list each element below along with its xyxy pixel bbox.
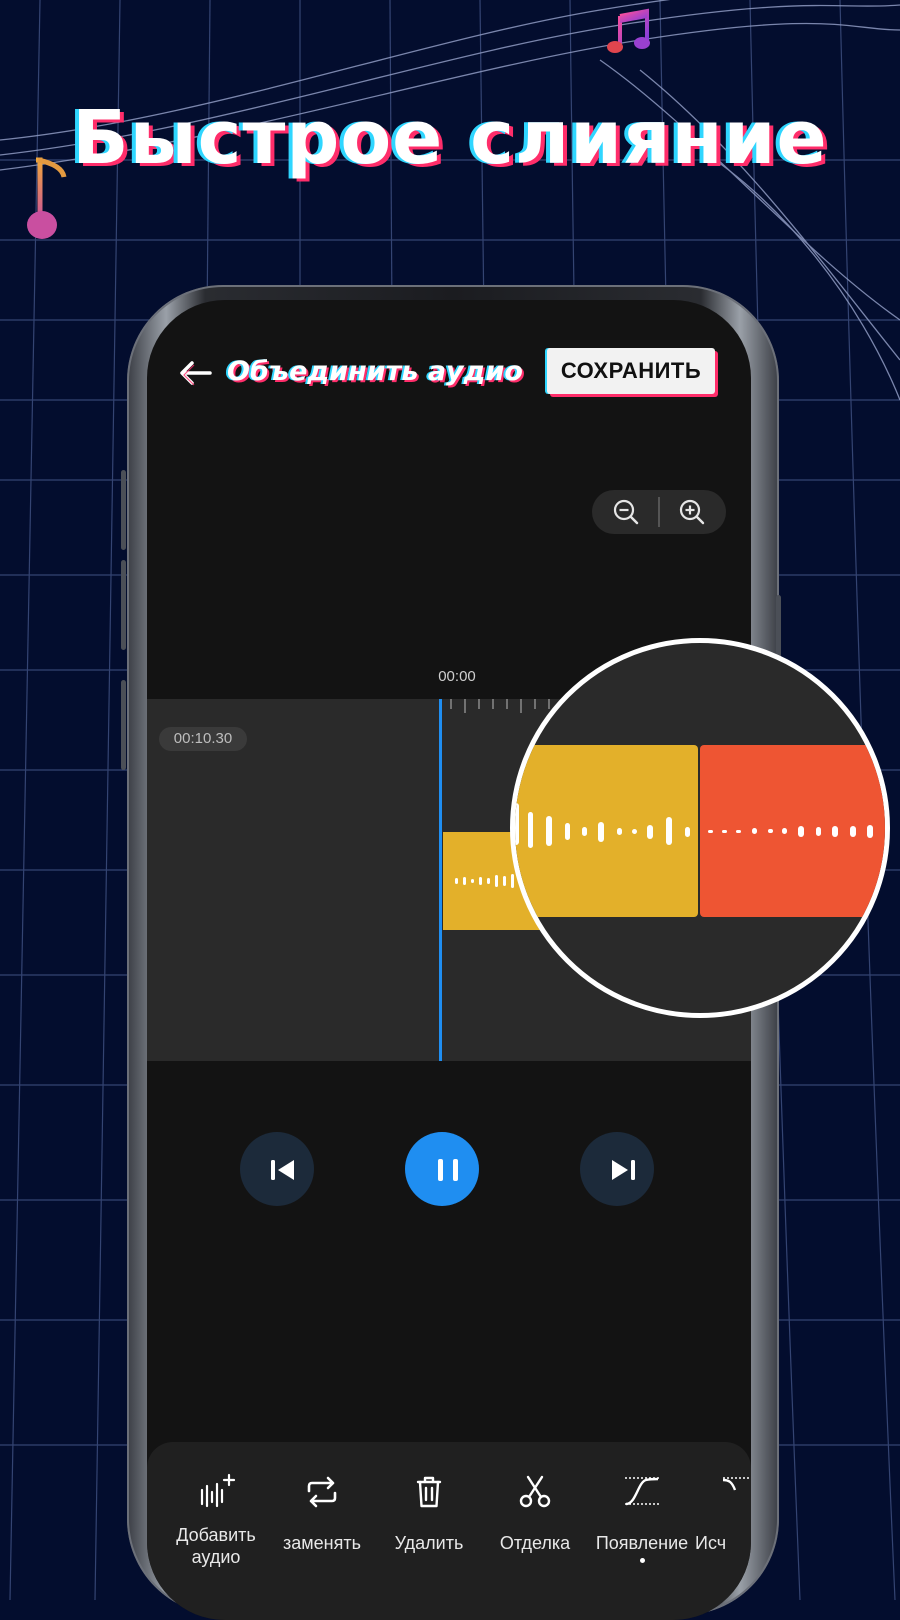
tool-label: Удалить: [394, 1533, 464, 1553]
magnifier-zoom: [510, 638, 890, 1018]
tool-replace[interactable]: заменять: [267, 1472, 377, 1554]
save-button[interactable]: СОХРАНИТЬ: [547, 348, 715, 394]
tool-fade-in[interactable]: Появление: [587, 1472, 697, 1563]
tool-delete[interactable]: Удалить: [374, 1472, 484, 1554]
phone-side-button: [121, 560, 126, 650]
zoom-controls: [592, 490, 726, 534]
phone-side-button: [121, 470, 126, 550]
zoom-divider: [658, 497, 660, 527]
tool-label: Появление: [595, 1533, 689, 1553]
tool-label: Добавить аудио: [176, 1525, 256, 1567]
skip-next-icon: [612, 1160, 635, 1180]
zoom-in-icon[interactable]: [678, 498, 706, 526]
headline: Быстрое слияние: [72, 95, 828, 181]
top-bar: Объединить аудио СОХРАНИТЬ: [147, 348, 751, 398]
fade-in-icon: [625, 1477, 659, 1506]
add-audio-icon: [200, 1473, 236, 1508]
back-arrow-icon[interactable]: [177, 358, 213, 388]
zoom-out-icon[interactable]: [612, 498, 640, 526]
replace-icon: [307, 1476, 337, 1508]
scissors-icon: [519, 1475, 551, 1508]
playback-controls: [147, 1132, 751, 1208]
tool-trim[interactable]: Отделка: [480, 1472, 590, 1554]
tool-fade-out[interactable]: Исч: [695, 1472, 751, 1554]
tool-label: Исч: [695, 1533, 727, 1553]
previous-button[interactable]: [240, 1132, 314, 1206]
phone-side-button: [121, 680, 126, 770]
bottom-toolbar: Добавить аудио заменять Удалить Отделка …: [147, 1442, 751, 1620]
trash-icon: [416, 1476, 442, 1508]
fade-out-icon: [723, 1477, 751, 1491]
pause-icon: [438, 1159, 458, 1181]
active-indicator: [639, 1558, 645, 1563]
screen-title: Объединить аудио: [227, 356, 523, 387]
clip-duration-badge: 00:10.30: [159, 727, 247, 751]
tool-add-audio[interactable]: Добавить аудио: [161, 1472, 271, 1568]
playhead[interactable]: [439, 699, 442, 1061]
double-music-note-icon: [607, 8, 650, 53]
tool-label: заменять: [283, 1533, 361, 1553]
pause-button[interactable]: [405, 1132, 479, 1206]
next-button[interactable]: [580, 1132, 654, 1206]
skip-previous-icon: [271, 1160, 294, 1180]
tool-label: Отделка: [499, 1533, 571, 1553]
zoomed-clips: [515, 745, 885, 917]
playhead-time: 00:00: [438, 668, 476, 685]
